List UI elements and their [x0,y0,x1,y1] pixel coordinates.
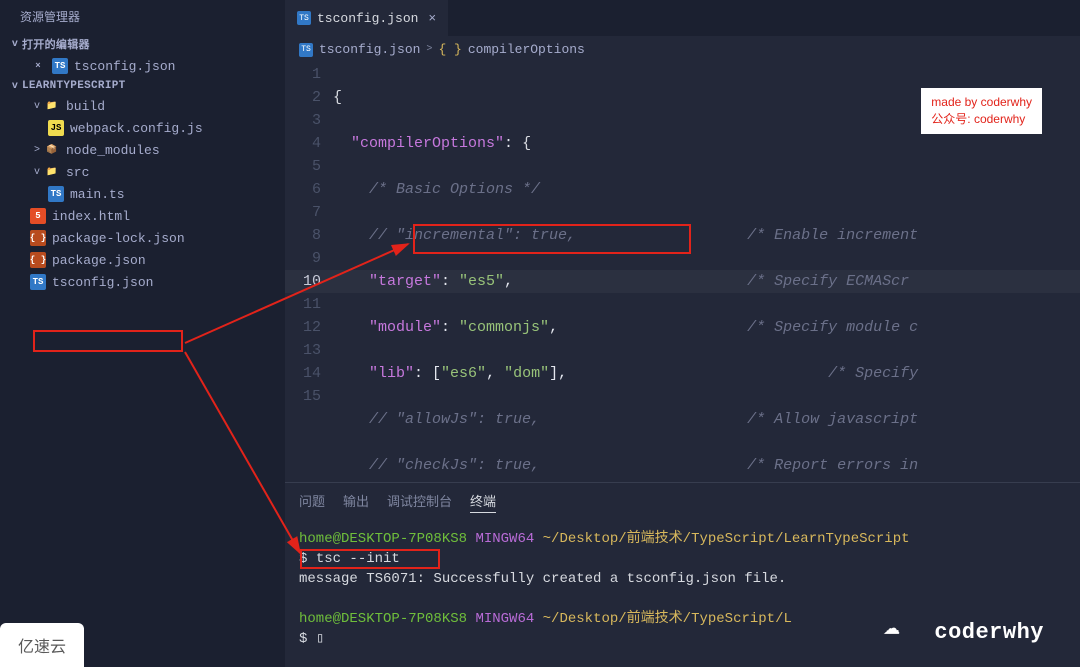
ts-icon: TS [48,186,64,202]
open-editors-section[interactable]: v 打开的编辑器 [0,33,285,55]
watermark-line1: made by coderwhy [931,94,1032,111]
open-editor-item[interactable]: × TS tsconfig.json [0,55,285,77]
chevron-down-icon: v [8,81,22,92]
tab-problems[interactable]: 问题 [299,491,325,513]
cloud-icon: ☁ [883,608,900,643]
ts-icon: TS [52,58,68,74]
html-icon: 5 [30,208,46,224]
tree-label: tsconfig.json [52,275,153,290]
chevron-down-icon: v [30,167,44,178]
file-package-json[interactable]: { } package.json [0,249,285,271]
file-main-ts[interactable]: TS main.ts [0,183,285,205]
breadcrumb-file: tsconfig.json [319,42,420,57]
tab-tsconfig[interactable]: TS tsconfig.json × [285,0,449,36]
explorer-title: 资源管理器 [0,0,285,33]
footer-left-label: 亿速云 [0,623,84,667]
watermark: made by coderwhy 公众号: coderwhy [921,88,1042,134]
tab-bar: TS tsconfig.json × [285,0,1080,36]
folder-build[interactable]: v 📁 build [0,95,285,117]
folder-src[interactable]: v 📁 src [0,161,285,183]
tree-label: index.html [52,209,130,224]
file-index-html[interactable]: 5 index.html [0,205,285,227]
chevron-right-icon: > [426,44,432,55]
close-icon[interactable]: × [30,58,46,74]
folder-icon: 📦 [44,142,60,158]
json-icon: { } [30,252,46,268]
tree-label: build [66,99,105,114]
ts-icon: TS [297,11,311,25]
folder-node-modules[interactable]: > 📦 node_modules [0,139,285,161]
open-editor-file: tsconfig.json [74,59,175,74]
chevron-right-icon: > [30,145,44,156]
js-icon: JS [48,120,64,136]
tree-label: main.ts [70,187,125,202]
ts-icon: TS [299,43,313,57]
project-section[interactable]: v LEARNTYPESCRIPT [0,77,285,95]
breadcrumb-symbol: compilerOptions [468,42,585,57]
ts-icon: TS [30,274,46,290]
chevron-down-icon: v [30,101,44,112]
watermark-line2: 公众号: coderwhy [931,111,1032,128]
sidebar: 资源管理器 v 打开的编辑器 × TS tsconfig.json v LEAR… [0,0,285,667]
tab-output[interactable]: 输出 [343,491,369,513]
close-icon[interactable]: × [428,11,436,26]
chevron-down-icon: v [8,39,22,50]
open-editors-label: 打开的编辑器 [22,36,90,52]
project-label: LEARNTYPESCRIPT [22,80,126,92]
breadcrumb[interactable]: TS tsconfig.json > { } compilerOptions [285,36,1080,63]
tree-label: package-lock.json [52,231,185,246]
terminal-tabs: 问题 输出 调试控制台 终端 [285,483,1080,517]
json-icon: { } [30,230,46,246]
braces-icon: { } [438,42,461,57]
folder-icon: 📁 [44,98,60,114]
footer-right-label: coderwhy [934,620,1044,645]
tree-label: node_modules [66,143,160,158]
tab-terminal[interactable]: 终端 [470,491,496,513]
file-package-lock[interactable]: { } package-lock.json [0,227,285,249]
tree-label: src [66,165,89,180]
tree-label: package.json [52,253,146,268]
tab-label: tsconfig.json [317,11,418,26]
file-webpack-config[interactable]: JS webpack.config.js [0,117,285,139]
tree-label: webpack.config.js [70,121,203,136]
file-tsconfig-json[interactable]: TS tsconfig.json [0,271,285,293]
tab-debug-console[interactable]: 调试控制台 [387,491,452,513]
folder-icon: 📁 [44,164,60,180]
